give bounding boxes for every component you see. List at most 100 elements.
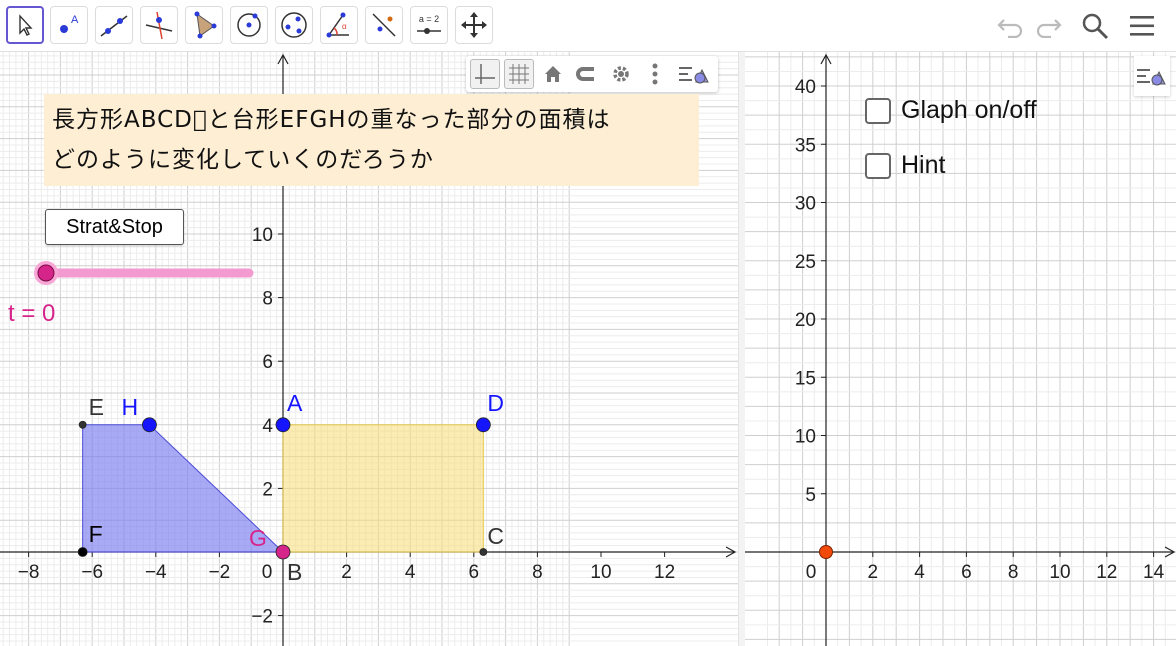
origin-label: 0 xyxy=(806,562,817,583)
perpendicular-line-tool-icon xyxy=(145,11,173,40)
x-tick-label: 12 xyxy=(1096,562,1117,583)
search-button[interactable] xyxy=(1077,8,1113,44)
y-tick-label: 20 xyxy=(795,310,816,331)
circle-tool-button[interactable] xyxy=(230,6,268,44)
style-bar-toggle-icon xyxy=(1137,69,1166,86)
y-tick-label: 35 xyxy=(795,135,816,156)
checkbox-box[interactable] xyxy=(865,97,891,124)
x-tick-label: −6 xyxy=(81,562,103,583)
undo-button[interactable] xyxy=(993,8,1029,44)
home-icon xyxy=(545,66,561,82)
toggle-style-bar-button-2[interactable] xyxy=(1134,56,1170,96)
point-label-e: E xyxy=(89,394,104,420)
ellipse-tool-button[interactable] xyxy=(275,6,313,44)
hint-label: Hint xyxy=(901,151,946,179)
point-label-b: B xyxy=(287,559,302,585)
graphics-view-2[interactable]: 2 4 6 8 10 12 14 0 5 10 15 20 25 30 35 40 Glaph on/off … xyxy=(745,52,1176,646)
axes-icon xyxy=(475,64,495,84)
start-stop-button[interactable]: Strat&Stop xyxy=(45,209,184,245)
line-tool-button[interactable] xyxy=(95,6,133,44)
rectangle-abcd[interactable] xyxy=(282,424,484,553)
y-tick-label: 4 xyxy=(262,416,273,437)
ellipse-tool-icon xyxy=(281,12,307,38)
graphics-settings-button[interactable] xyxy=(606,59,636,89)
axes-2: 2 4 6 8 10 12 14 0 5 10 15 20 25 30 35 40 xyxy=(745,53,1176,646)
point-label-h: H xyxy=(121,394,138,420)
graphics-style-bar xyxy=(466,56,718,92)
svg-text:A: A xyxy=(71,14,79,26)
point-tool-button[interactable]: A xyxy=(50,6,88,44)
point-c[interactable] xyxy=(479,548,488,556)
x-tick-label: −8 xyxy=(18,562,40,583)
search-icon xyxy=(1082,13,1109,40)
point-a[interactable] xyxy=(275,417,291,433)
move-tool-button[interactable] xyxy=(6,6,44,44)
x-tick-label: 4 xyxy=(914,562,925,583)
point-d[interactable] xyxy=(475,417,491,433)
more-options-button[interactable] xyxy=(640,59,670,89)
graph-toggle-label: Glaph on/off xyxy=(901,96,1037,124)
x-tick-label: 2 xyxy=(341,562,352,583)
problem-text-line-2: どのように変化していくのだろうか xyxy=(52,147,434,173)
y-tick-label: −2 xyxy=(251,607,273,628)
x-tick-label: −4 xyxy=(145,562,167,583)
reflect-tool-button[interactable] xyxy=(365,6,403,44)
line-tool-icon xyxy=(100,15,128,37)
toggle-axes-button[interactable] xyxy=(470,59,500,89)
problem-text-line-1: 長方形ABCD􏰀と台形EFGHの重なった部分の面積は xyxy=(52,107,611,133)
style-bar-toggle-icon xyxy=(679,67,709,84)
magnet-icon xyxy=(576,67,594,81)
point-f[interactable] xyxy=(77,547,88,557)
slider-tool-button[interactable]: a = 2 xyxy=(410,6,448,44)
svg-text:α: α xyxy=(342,22,347,31)
angle-tool-icon: α xyxy=(326,12,349,38)
x-tick-label: 12 xyxy=(654,562,675,583)
menu-icon xyxy=(1130,16,1154,36)
y-tick-label: 10 xyxy=(795,427,816,448)
x-tick-label: 14 xyxy=(1143,562,1165,583)
point-h[interactable] xyxy=(142,417,157,433)
point-label-c: C xyxy=(487,523,504,549)
point-b[interactable] xyxy=(275,544,291,560)
x-tick-label: 6 xyxy=(469,562,480,583)
slider-knob-center[interactable] xyxy=(37,264,55,282)
x-tick-label: 4 xyxy=(405,562,416,583)
angle-tool-button[interactable]: α xyxy=(320,6,358,44)
hint-checkbox[interactable]: Hint xyxy=(865,151,945,180)
area-graph-point[interactable] xyxy=(819,545,833,559)
grid-icon xyxy=(509,64,529,84)
view-divider[interactable] xyxy=(738,52,745,646)
point-e[interactable] xyxy=(78,420,87,429)
y-tick-label: 10 xyxy=(252,225,273,246)
point-label-d: D xyxy=(487,390,504,416)
move-graphics-view-tool-button[interactable] xyxy=(455,6,493,44)
graphics-canvas-2[interactable]: 2 4 6 8 10 12 14 0 5 10 15 20 25 30 35 40 xyxy=(745,52,1176,646)
x-tick-label: 10 xyxy=(1049,562,1070,583)
point-label-g: G xyxy=(249,525,267,551)
x-tick-label: 2 xyxy=(868,562,879,583)
standard-view-button[interactable] xyxy=(538,59,568,89)
checkbox-box[interactable] xyxy=(865,152,891,179)
x-tick-label: 8 xyxy=(532,562,543,583)
reflect-tool-icon xyxy=(372,13,396,37)
y-tick-label: 40 xyxy=(795,77,816,98)
x-tick-label: 10 xyxy=(590,562,611,583)
slider-tool-icon: a = 2 xyxy=(417,14,441,34)
perpendicular-line-tool-button[interactable] xyxy=(140,6,178,44)
y-tick-label: 6 xyxy=(262,352,273,373)
svg-text:a = 2: a = 2 xyxy=(419,14,439,24)
redo-button[interactable] xyxy=(1030,8,1066,44)
y-tick-label: 5 xyxy=(805,485,816,506)
x-tick-label: −2 xyxy=(209,562,231,583)
graph-toggle-checkbox[interactable]: Glaph on/off xyxy=(865,96,1037,125)
x-tick-label: 6 xyxy=(961,562,972,583)
polygon-tool-button[interactable] xyxy=(185,6,223,44)
circle-tool-icon xyxy=(237,13,261,37)
redo-icon xyxy=(1036,19,1062,38)
gear-icon xyxy=(613,66,629,82)
toggle-grid-button[interactable] xyxy=(504,59,534,89)
point-capturing-button[interactable] xyxy=(572,59,602,89)
main-menu-button[interactable] xyxy=(1124,8,1160,44)
toggle-style-bar-button[interactable] xyxy=(674,59,714,89)
graphics-view-1[interactable]: −8 −6 −4 −2 0 2 4 6 8 10 12 −2 2 4 6 8 10 A D H B C E F G xyxy=(0,52,738,646)
